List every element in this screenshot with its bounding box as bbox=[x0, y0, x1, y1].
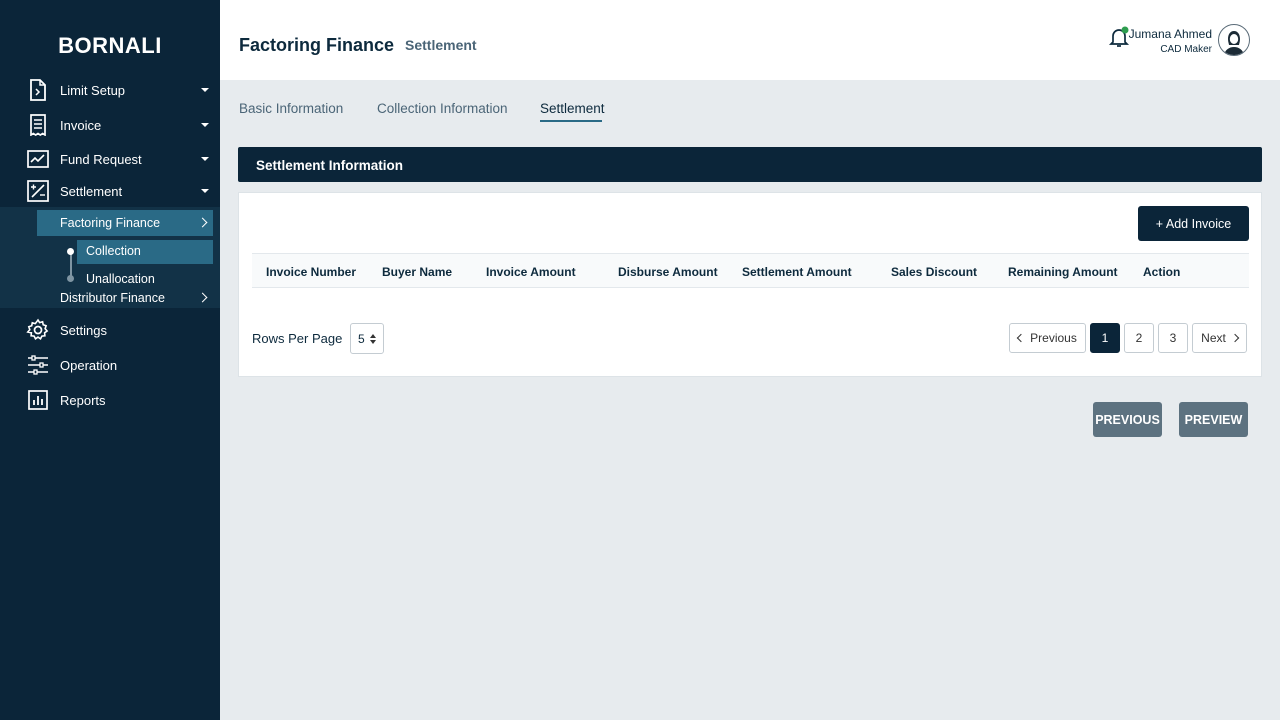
column-header: Invoice Number bbox=[266, 265, 357, 279]
user-name: Jumana Ahmed bbox=[1128, 27, 1212, 41]
column-header: Buyer Name bbox=[382, 265, 453, 279]
section-title: Settlement Information bbox=[256, 158, 404, 173]
bar-chart-icon bbox=[26, 388, 50, 412]
rows-per-page-value: 5 bbox=[358, 332, 365, 346]
sidebar-item-operation[interactable]: Operation bbox=[0, 349, 220, 381]
sidebar-item-label: Fund Request bbox=[60, 151, 142, 167]
tree-dot bbox=[67, 275, 74, 282]
pagination-previous-button[interactable]: Previous bbox=[1009, 323, 1086, 353]
chevron-down-icon bbox=[201, 157, 209, 161]
sliders-icon bbox=[26, 353, 50, 377]
page-subtitle: Settlement bbox=[405, 37, 477, 53]
chevron-down-icon bbox=[201, 123, 209, 127]
pagination-next-button[interactable]: Next bbox=[1192, 323, 1247, 353]
sidebar-item-label: Limit Setup bbox=[60, 82, 126, 98]
sidebar-subitem-label: Factoring Finance bbox=[60, 216, 161, 230]
brand-logo: BORNALI bbox=[58, 33, 162, 58]
column-header: Disburse Amount bbox=[618, 265, 718, 279]
sidebar-item-label: Settings bbox=[60, 322, 107, 338]
tab-active-indicator bbox=[540, 120, 602, 122]
rows-per-page-select[interactable]: 5 bbox=[350, 323, 384, 354]
chevron-down-icon bbox=[201, 88, 209, 92]
column-header: Remaining Amount bbox=[1008, 265, 1118, 279]
chevron-left-icon bbox=[1016, 333, 1026, 343]
pagination-page-2[interactable]: 2 bbox=[1124, 323, 1154, 353]
sidebar-item-settings[interactable]: Settings bbox=[0, 314, 220, 346]
column-header: Action bbox=[1143, 265, 1181, 279]
sidebar-item-settlement[interactable]: Settlement bbox=[0, 175, 220, 207]
sidebar-item-invoice[interactable]: Invoice bbox=[0, 109, 220, 141]
sidebar-item-fund-request[interactable]: Fund Request bbox=[0, 143, 220, 175]
sidebar: BORNALI Limit Setup Invoice Fund Request… bbox=[0, 0, 220, 720]
tab-basic-information[interactable]: Basic Information bbox=[239, 101, 343, 116]
top-header: Factoring Finance Settlement Jumana Ahme… bbox=[220, 0, 1280, 80]
tree-dot-active bbox=[67, 248, 74, 255]
column-header: Sales Discount bbox=[891, 265, 978, 279]
pagination-page-1[interactable]: 1 bbox=[1090, 323, 1120, 353]
sidebar-item-limit-setup[interactable]: Limit Setup bbox=[0, 74, 220, 106]
caret-down-icon bbox=[370, 340, 376, 344]
chart-line-icon bbox=[26, 147, 50, 171]
settlement-table-card: + Add Invoice Invoice Number Buyer Name … bbox=[238, 192, 1262, 377]
section-header: Settlement Information bbox=[238, 147, 1262, 182]
rows-per-page-label: Rows Per Page bbox=[252, 331, 343, 346]
page-title: Factoring Finance bbox=[239, 35, 395, 55]
pagination-previous-label: Previous bbox=[1030, 331, 1077, 345]
preview-button[interactable]: PREVIEW bbox=[1179, 402, 1248, 437]
column-header: Invoice Amount bbox=[486, 265, 576, 279]
pagination-next-label: Next bbox=[1201, 331, 1226, 345]
tab-collection-information[interactable]: Collection Information bbox=[377, 101, 508, 116]
previous-step-button[interactable]: PREVIOUS bbox=[1093, 402, 1162, 437]
caret-up-icon bbox=[370, 334, 376, 338]
gear-icon bbox=[26, 318, 50, 342]
user-role: CAD Maker bbox=[1160, 44, 1212, 55]
chevron-right-icon bbox=[1230, 333, 1240, 343]
percent-icon bbox=[26, 179, 50, 203]
sidebar-subitem-distributor-finance[interactable]: Distributor Finance bbox=[60, 291, 165, 305]
tab-settlement[interactable]: Settlement bbox=[540, 101, 605, 116]
sidebar-subitem-unallocation[interactable]: Unallocation bbox=[86, 272, 155, 286]
column-header: Settlement Amount bbox=[742, 265, 852, 279]
sidebar-item-label: Settlement bbox=[60, 183, 123, 199]
avatar[interactable] bbox=[1218, 24, 1250, 56]
sidebar-item-reports[interactable]: Reports bbox=[0, 384, 220, 416]
sidebar-item-label: Invoice bbox=[60, 117, 102, 133]
sidebar-item-label: Reports bbox=[60, 392, 106, 408]
add-invoice-button[interactable]: + Add Invoice bbox=[1138, 206, 1249, 241]
table-header: Invoice Number Buyer Name Invoice Amount… bbox=[252, 253, 1249, 288]
document-icon bbox=[26, 78, 50, 102]
pagination-page-3[interactable]: 3 bbox=[1158, 323, 1188, 353]
receipt-icon bbox=[26, 113, 50, 137]
sidebar-subitem-label: Collection bbox=[86, 244, 141, 258]
sidebar-item-label: Operation bbox=[60, 357, 118, 373]
chevron-down-icon bbox=[201, 189, 209, 193]
bell-icon[interactable] bbox=[1108, 26, 1130, 48]
